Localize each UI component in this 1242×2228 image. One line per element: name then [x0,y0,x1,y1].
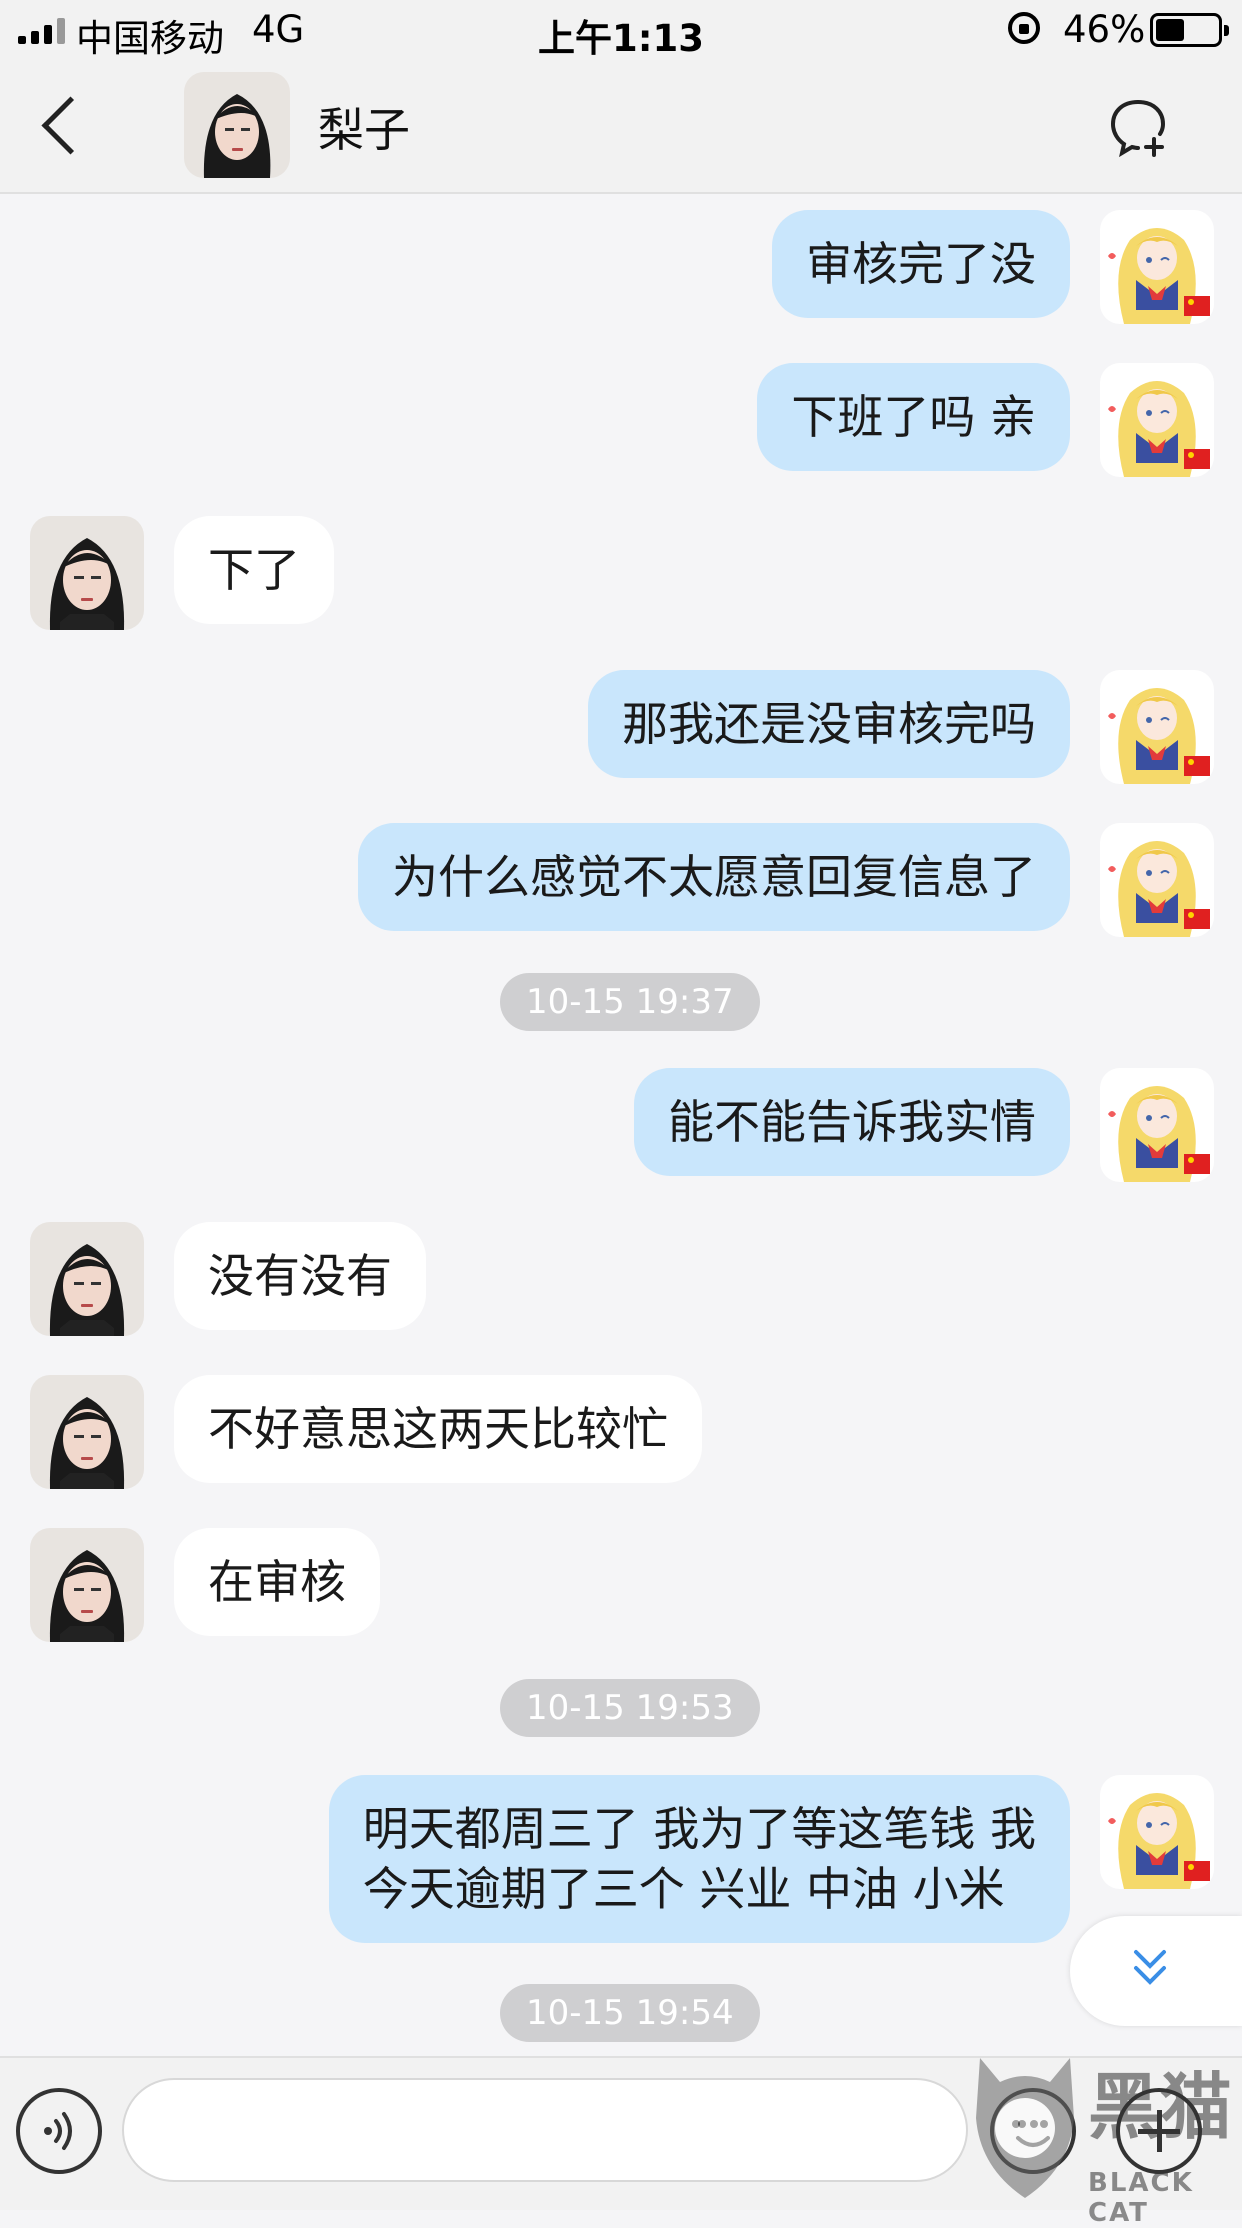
message-row: 为什么感觉不太愿意回复信息了 [358,823,1214,937]
battery-percent: 46% [1063,8,1146,51]
cat-logo-icon [976,2058,1074,2198]
message-bubble[interactable]: 明天都周三了 我为了等这笔钱 我 今天逾期了三个 兴业 中油 小米 [328,1775,1070,1943]
battery-fill [1156,19,1184,41]
contact-avatar-small[interactable] [30,1375,144,1489]
contact-name: 梨子 [318,103,410,157]
contact-avatar[interactable] [184,72,290,178]
message-row: 下了 [30,516,334,630]
status-bar: 中国移动 4G 上午1:13 46% [0,0,1242,62]
double-chevron-down-icon [1134,1950,1166,1985]
contact-avatar-small[interactable] [30,1528,144,1642]
message-bubble[interactable]: 审核完了没 [772,210,1070,318]
message-row: 没有没有 [30,1222,426,1336]
my-avatar[interactable] [1100,210,1214,324]
watermark-label: 黑猫 [1088,2065,1233,2149]
message-row: 下班了吗 亲 [757,363,1214,477]
message-bubble[interactable]: 在审核 [174,1528,380,1636]
anime-girl-avatar-image [1100,1068,1214,1182]
watermark: 黑猫 BLACK CAT [970,2040,1242,2228]
message-bubble[interactable]: 下班了吗 亲 [757,363,1070,471]
message-row: 在审核 [30,1528,380,1642]
message-row: 明天都周三了 我为了等这笔钱 我 今天逾期了三个 兴业 中油 小米 [328,1775,1214,1943]
message-row: 能不能告诉我实情 [634,1068,1214,1182]
girl-avatar-image [30,516,144,630]
my-avatar[interactable] [1100,1775,1214,1889]
clock: 上午1:13 [537,17,705,60]
message-bubble[interactable]: 不好意思这两天比较忙 [174,1375,702,1483]
contact-avatar-small[interactable] [30,1222,144,1336]
contact-avatar-small[interactable] [30,516,144,630]
girl-avatar-image [30,1528,144,1642]
anime-girl-avatar-image [1100,363,1214,477]
rotation-lock-icon [1008,12,1040,44]
message-bubble[interactable]: 下了 [174,516,334,624]
add-chat-icon[interactable] [1108,97,1168,157]
message-bubble[interactable]: 没有没有 [174,1222,426,1330]
timestamp: 10-15 19:54 [500,1984,760,2042]
voice-icon [44,2112,72,2150]
watermark-sub: BLACK CAT [1088,2168,1194,2228]
girl-avatar-image [184,72,290,178]
timestamp: 10-15 19:37 [500,973,760,1031]
my-avatar[interactable] [1100,670,1214,784]
chat-header: 梨子 [0,62,1242,194]
message-bubble[interactable]: 能不能告诉我实情 [634,1068,1070,1176]
anime-girl-avatar-image [1100,1775,1214,1889]
battery-icon [1150,13,1229,47]
timestamp: 10-15 19:53 [500,1679,760,1737]
girl-avatar-image [30,1375,144,1489]
back-icon[interactable] [41,96,100,155]
message-row: 审核完了没 [772,210,1214,324]
scroll-to-bottom-button[interactable] [1070,1916,1242,2026]
girl-avatar-image [30,1222,144,1336]
anime-girl-avatar-image [1100,210,1214,324]
anime-girl-avatar-image [1100,823,1214,937]
my-avatar[interactable] [1100,363,1214,477]
message-input[interactable] [122,2078,968,2182]
message-bubble[interactable]: 为什么感觉不太愿意回复信息了 [358,823,1070,931]
anime-girl-avatar-image [1100,670,1214,784]
my-avatar[interactable] [1100,1068,1214,1182]
message-row: 那我还是没审核完吗 [588,670,1214,784]
message-row: 不好意思这两天比较忙 [30,1375,702,1489]
my-avatar[interactable] [1100,823,1214,937]
message-bubble[interactable]: 那我还是没审核完吗 [588,670,1070,778]
voice-button[interactable] [16,2088,102,2174]
